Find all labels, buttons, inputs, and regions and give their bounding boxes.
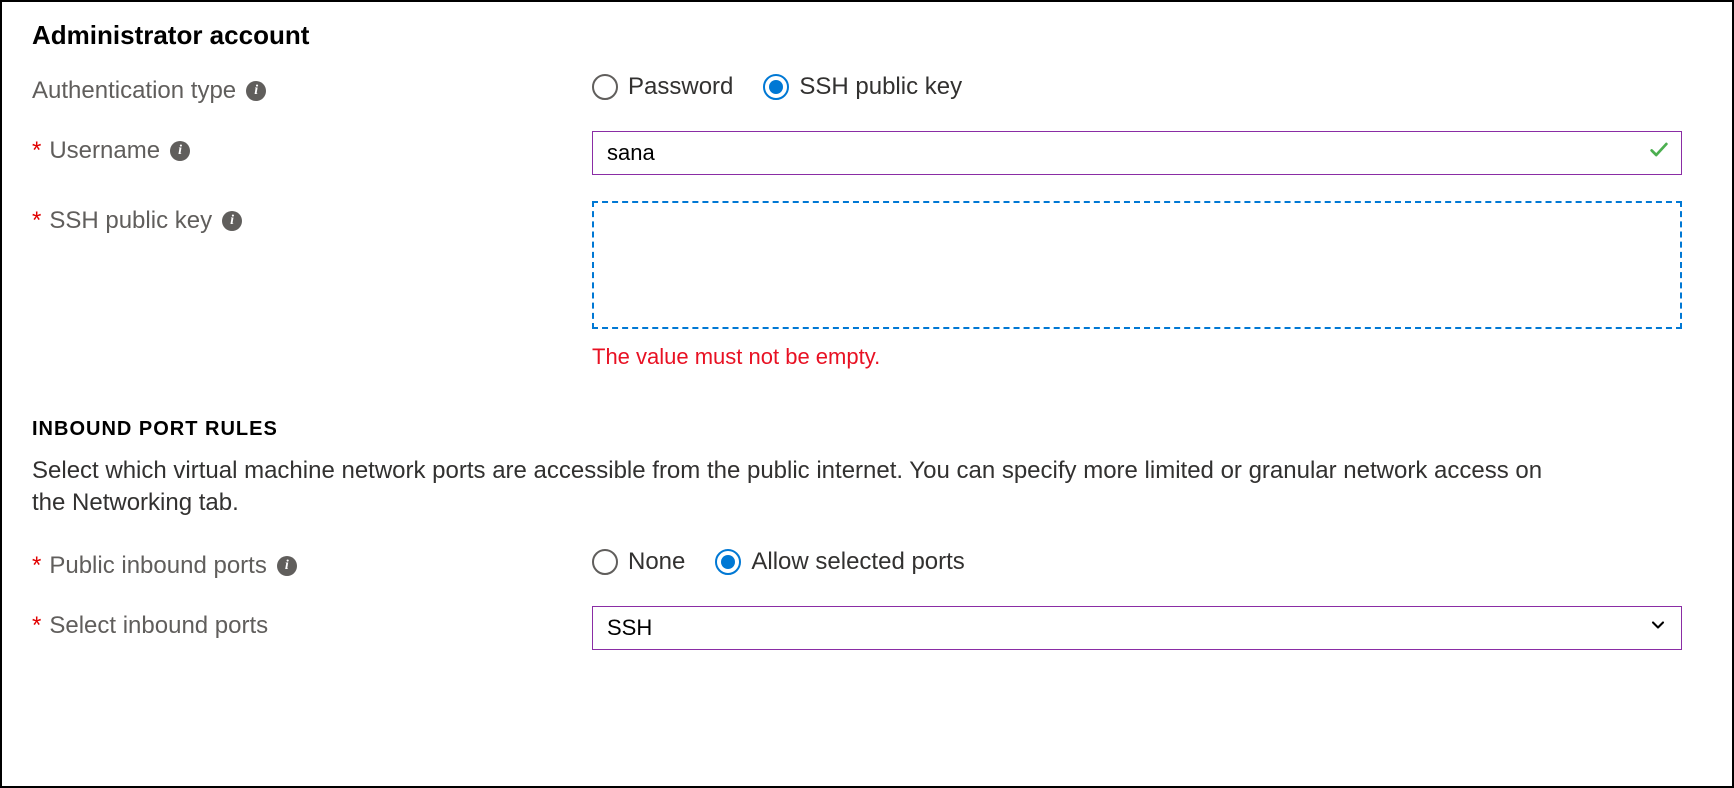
public-inbound-ports-label: * Public inbound ports i xyxy=(32,546,592,580)
username-label-text: Username xyxy=(49,137,160,165)
select-inbound-ports-dropdown[interactable]: SSH xyxy=(592,606,1682,650)
info-icon[interactable]: i xyxy=(170,141,190,161)
radio-unselected-icon xyxy=(592,549,618,575)
select-inbound-ports-wrap: SSH xyxy=(592,606,1682,650)
username-label: * Username i xyxy=(32,131,592,165)
auth-type-ssh-option[interactable]: SSH public key xyxy=(763,73,962,101)
username-row: * Username i xyxy=(32,131,1702,175)
inbound-port-rules-description: Select which virtual machine network por… xyxy=(32,455,1572,520)
public-inbound-ports-label-text: Public inbound ports xyxy=(49,552,266,580)
required-star-icon: * xyxy=(32,207,41,235)
auth-type-radio-group: Password SSH public key xyxy=(592,71,1682,101)
public-ports-none-option[interactable]: None xyxy=(592,548,685,576)
public-inbound-ports-row: * Public inbound ports i None Allow sele… xyxy=(32,546,1702,580)
radio-dot-icon xyxy=(721,555,735,569)
checkmark-icon xyxy=(1648,139,1670,168)
ssh-key-textarea[interactable] xyxy=(592,201,1682,329)
authentication-type-row: Authentication type i Password SSH publi… xyxy=(32,71,1702,105)
public-ports-allow-option[interactable]: Allow selected ports xyxy=(715,548,964,576)
authentication-type-label: Authentication type i xyxy=(32,71,592,105)
username-input-wrap xyxy=(592,131,1682,175)
auth-type-label-text: Authentication type xyxy=(32,77,236,105)
username-input[interactable] xyxy=(592,131,1682,175)
required-star-icon: * xyxy=(32,612,41,640)
public-inbound-ports-radio-group: None Allow selected ports xyxy=(592,546,1682,576)
radio-unselected-icon xyxy=(592,74,618,100)
public-ports-none-label: None xyxy=(628,548,685,576)
auth-type-ssh-label: SSH public key xyxy=(799,73,962,101)
info-icon[interactable]: i xyxy=(277,556,297,576)
auth-type-password-label: Password xyxy=(628,73,733,101)
ssh-key-label: * SSH public key i xyxy=(32,201,592,235)
required-star-icon: * xyxy=(32,137,41,165)
radio-dot-icon xyxy=(769,80,783,94)
info-icon[interactable]: i xyxy=(222,211,242,231)
ssh-key-label-text: SSH public key xyxy=(49,207,212,235)
ssh-key-error-text: The value must not be empty. xyxy=(592,344,1682,370)
admin-and-ports-panel: Administrator account Authentication typ… xyxy=(0,0,1734,788)
select-inbound-ports-row: * Select inbound ports SSH xyxy=(32,606,1702,650)
info-icon[interactable]: i xyxy=(246,81,266,101)
radio-selected-icon xyxy=(715,549,741,575)
auth-type-password-option[interactable]: Password xyxy=(592,73,733,101)
select-inbound-ports-label: * Select inbound ports xyxy=(32,606,592,640)
required-star-icon: * xyxy=(32,552,41,580)
select-inbound-ports-value: SSH xyxy=(607,615,652,641)
administrator-account-heading: Administrator account xyxy=(32,20,1702,51)
public-ports-allow-label: Allow selected ports xyxy=(751,548,964,576)
select-inbound-ports-label-text: Select inbound ports xyxy=(49,612,268,640)
radio-selected-icon xyxy=(763,74,789,100)
ssh-key-row: * SSH public key i The value must not be… xyxy=(32,201,1702,370)
inbound-port-rules-heading: INBOUND PORT RULES xyxy=(32,418,1702,441)
